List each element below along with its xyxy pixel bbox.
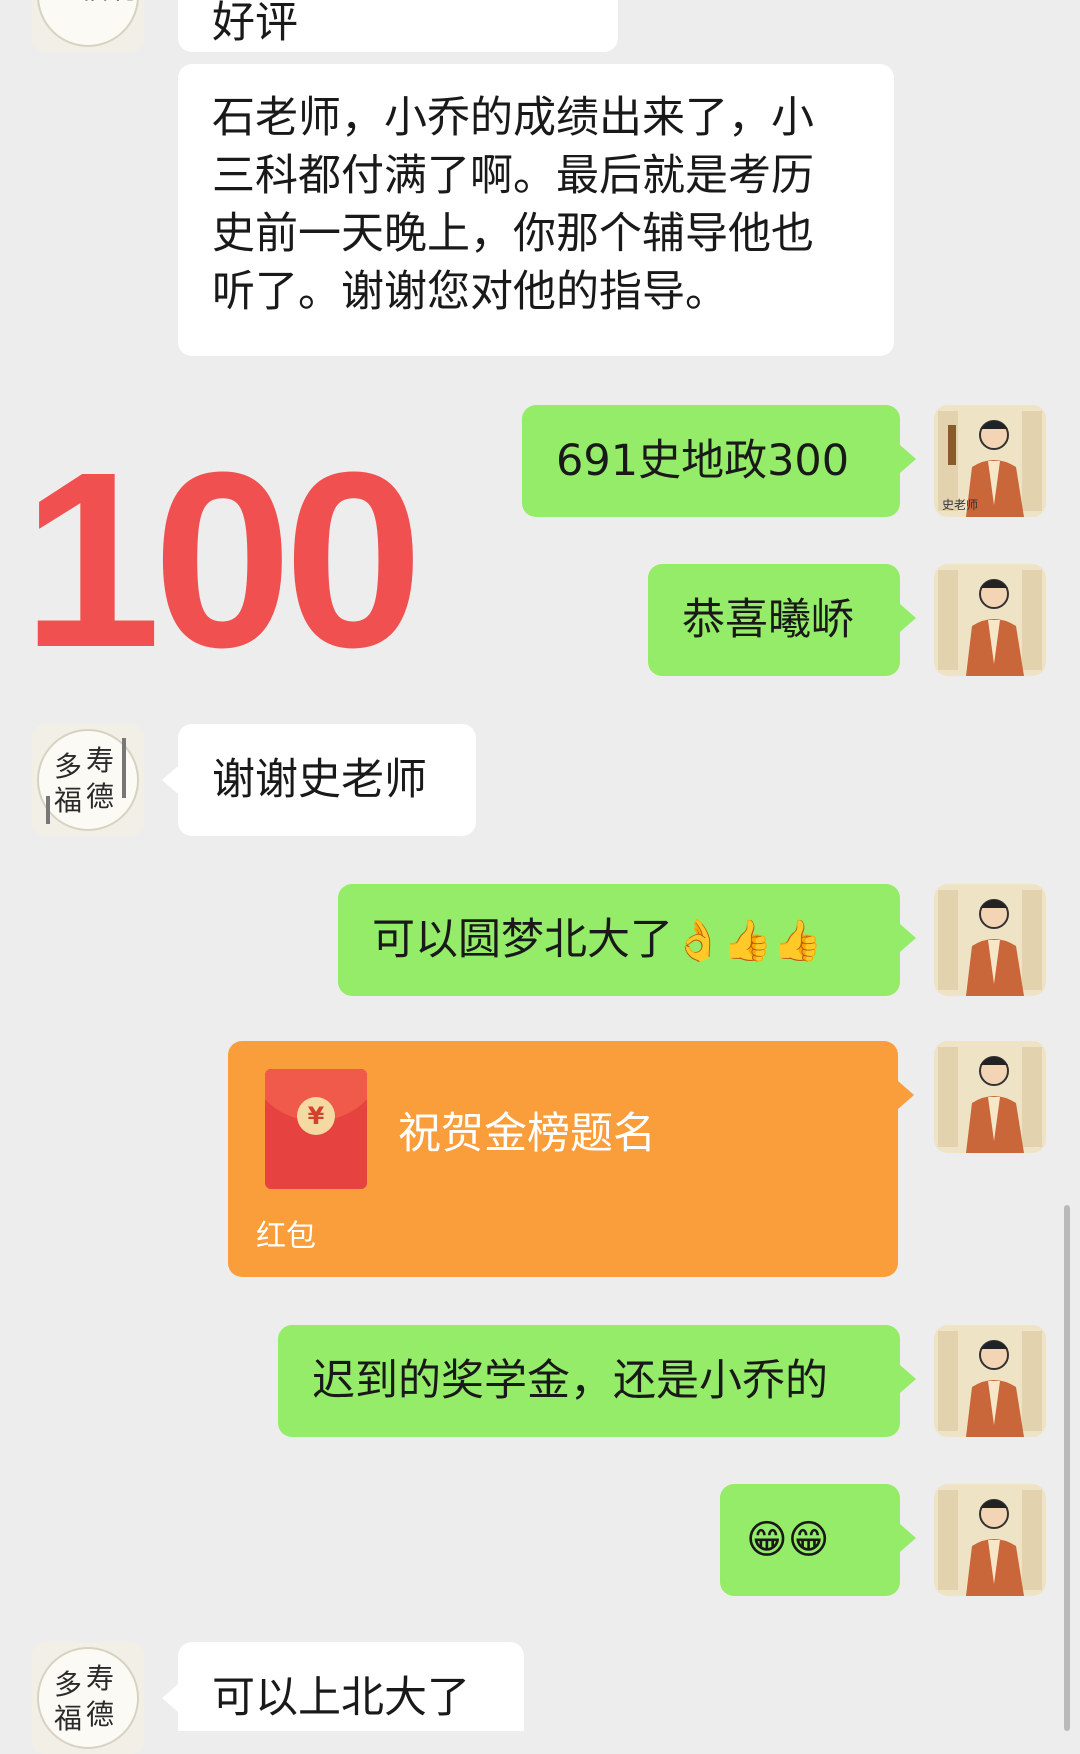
avatar-char: 德 [112,0,140,5]
red-packet-title: 祝贺金榜题名 [398,1109,656,1159]
avatar-char: 多 [54,1668,82,1701]
red-packet-message[interactable]: ¥ 祝贺金榜题名 红包 [228,1041,914,1277]
scrollbar[interactable] [1064,1205,1070,1731]
calligraphy-avatar-icon: 福 德 [32,0,144,52]
avatar-caption: 史老师 [942,498,978,512]
teacher-avatar[interactable] [934,884,1046,996]
message-bubble[interactable]: 好评 [178,0,618,52]
message-bubble[interactable]: 谢谢史老师 [162,724,476,836]
teacher-avatar[interactable] [934,1484,1046,1596]
teacher-portrait-icon [934,1041,1046,1153]
message-bubble[interactable]: 迟到的奖学金，还是小乔的 [278,1325,916,1437]
grinning-emoji-icon: 😁😁 [746,1517,830,1563]
yuan-coin-icon: ¥ [297,1097,335,1135]
teacher-portrait-icon: 史老师 [934,405,1046,517]
message-text: 691史地政300 [556,436,850,486]
message-bubble[interactable]: 石老师，小乔的成绩出来了，小 三科都付满了啊。最后就是考历 史前一天晚上，你那个… [178,64,894,356]
teacher-portrait-icon [934,884,1046,996]
teacher-portrait-icon [934,1325,1046,1437]
avatar-char: 福 [54,1702,82,1735]
red-envelope-icon: ¥ [265,1069,367,1189]
teacher-avatar[interactable] [934,1325,1046,1437]
teacher-avatar[interactable] [934,1041,1046,1153]
message-bubble[interactable]: 691史地政300 [522,405,916,517]
message-text: 石老师，小乔的成绩出来了，小 三科都付满了啊。最后就是考历 史前一天晚上，你那个… [212,93,814,317]
message-bubble[interactable]: 恭喜曦峤 [648,564,916,676]
avatar-char: 寿 [86,1662,114,1695]
avatar-char: 多 [54,750,82,783]
avatar-char: 福 [80,0,108,5]
message-text: 迟到的奖学金，还是小乔的 [312,1356,828,1406]
message-bubble[interactable]: 😁😁 [720,1484,916,1596]
message-text: 谢谢史老师 [212,755,427,805]
message-text: 可以圆梦北大了 [372,915,673,965]
message-text: 好评 [212,0,298,48]
big-score-overlay: 100 [22,420,423,699]
contact-avatar[interactable]: 多 寿 福 德 [32,1642,144,1754]
avatar-char: 福 [54,784,82,817]
calligraphy-avatar-icon: 多 寿 福 德 [32,1642,144,1754]
contact-avatar[interactable]: 多 寿 福 德 [32,724,144,836]
teacher-avatar[interactable] [934,564,1046,676]
message-text: 恭喜曦峤 [682,595,854,645]
message-bubble[interactable]: 可以上北大了 [162,1642,524,1731]
red-packet-label: 红包 [256,1219,316,1254]
contact-avatar[interactable]: 福 德 [32,0,144,52]
teacher-avatar[interactable]: 史老师 [934,405,1046,517]
message-text: 可以上北大了 [212,1673,470,1723]
avatar-char: 德 [86,780,114,813]
teacher-portrait-icon [934,564,1046,676]
message-bubble[interactable]: 可以圆梦北大了👌👍👍 [338,884,916,996]
thumbs-up-emoji-icon: 👌👍👍 [673,918,823,964]
avatar-char: 德 [86,1698,114,1731]
avatar-char: 寿 [86,744,114,777]
calligraphy-avatar-icon: 多 寿 福 德 [32,724,144,836]
teacher-portrait-icon [934,1484,1046,1596]
